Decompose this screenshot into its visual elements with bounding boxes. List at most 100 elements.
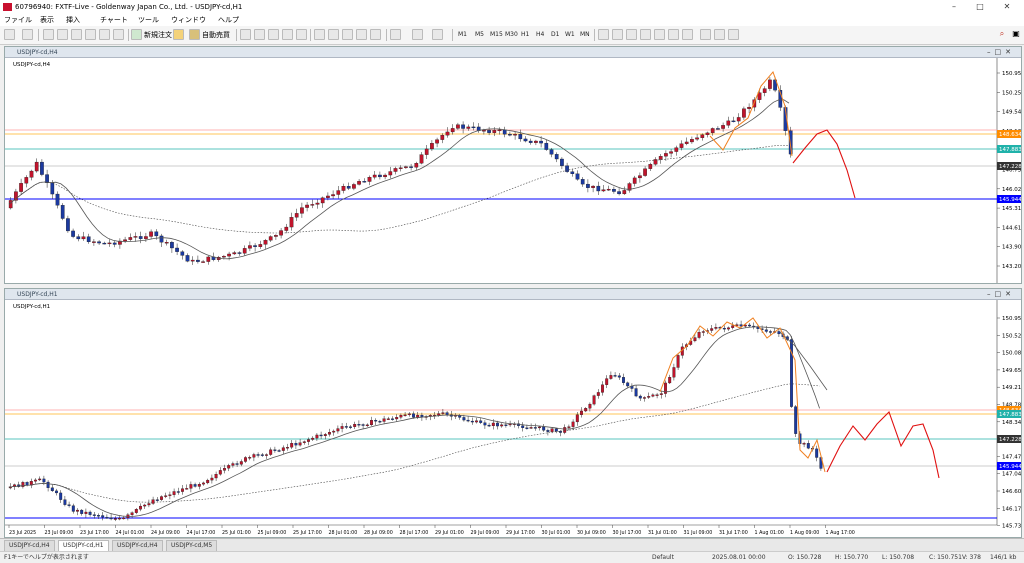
menu-chart[interactable]: チャート xyxy=(100,15,128,25)
candle-body xyxy=(617,191,621,195)
candle-body xyxy=(669,151,673,154)
menu-tools[interactable]: ツール xyxy=(138,15,159,25)
navigator-icon[interactable] xyxy=(71,29,82,40)
candle-body xyxy=(84,511,88,514)
chart-shift-icon[interactable] xyxy=(356,29,367,40)
candle-body xyxy=(693,337,697,342)
candle-body xyxy=(710,128,715,134)
periods-icon[interactable] xyxy=(412,29,423,40)
new-chart-icon[interactable] xyxy=(4,29,15,40)
timeframe-mn[interactable]: MN xyxy=(580,30,590,40)
candle-body xyxy=(29,170,34,178)
new-order-icon[interactable] xyxy=(131,29,142,40)
trendline-icon[interactable] xyxy=(654,29,665,40)
candle-body xyxy=(695,137,699,140)
close-icon[interactable]: ✕ xyxy=(997,1,1017,13)
crosshair-icon[interactable] xyxy=(612,29,623,40)
search-icon[interactable]: ⌕ xyxy=(996,28,1008,40)
zoom-in-icon[interactable] xyxy=(282,29,293,40)
price-axis-label: 147.040 xyxy=(1002,472,1021,478)
candle-body xyxy=(462,417,466,421)
candle-body xyxy=(416,414,420,418)
history-icon[interactable] xyxy=(113,29,124,40)
timeframe-m15[interactable]: M15 xyxy=(490,30,503,40)
new-order-button[interactable]: 新規注文 xyxy=(144,30,172,40)
data-window-icon[interactable] xyxy=(57,29,68,40)
tester-icon[interactable] xyxy=(99,29,110,40)
price-axis-label: 143.900 xyxy=(1002,245,1021,251)
chart-window-h4[interactable]: USDJPY-cd,H4 –□✕ USDJPY-cd,H4 150.950 150.… xyxy=(4,46,1022,284)
market-watch-icon[interactable] xyxy=(43,29,54,40)
candle-body xyxy=(788,130,793,155)
maximize-icon[interactable]: □ xyxy=(970,1,990,13)
candle-body xyxy=(160,496,163,500)
candle-body xyxy=(565,165,569,172)
arrows-icon[interactable] xyxy=(728,29,739,40)
candle-body xyxy=(172,491,176,495)
terminal-icon[interactable] xyxy=(85,29,96,40)
candlestick-icon[interactable] xyxy=(254,29,265,40)
zoom-out-icon[interactable] xyxy=(296,29,307,40)
candle-body xyxy=(24,177,29,184)
magnifier-minus-icon[interactable] xyxy=(328,29,339,40)
chart-h4-canvas[interactable]: USDJPY-cd,H4150.950150.250149.540148.130… xyxy=(5,58,1021,283)
candle-body xyxy=(46,481,50,488)
chart-window-buttons[interactable]: –□✕ xyxy=(987,48,1015,56)
time-axis-label: 29 Jul 01:00 xyxy=(435,530,464,536)
candle-body xyxy=(409,166,413,168)
candle-body xyxy=(528,140,533,143)
candle-body xyxy=(210,477,214,481)
text-label-icon[interactable] xyxy=(714,29,725,40)
timeframe-w1[interactable]: W1 xyxy=(565,30,575,40)
menu-view[interactable]: 表示 xyxy=(40,15,54,25)
minimize-icon[interactable]: – xyxy=(944,1,964,13)
autoscroll-icon[interactable] xyxy=(370,29,381,40)
timeframe-m30[interactable]: M30 xyxy=(505,30,518,40)
text-icon[interactable] xyxy=(700,29,711,40)
candle-body xyxy=(471,126,476,129)
menu-insert[interactable]: 挿入 xyxy=(66,15,80,25)
candle-body xyxy=(622,190,627,195)
time-axis-label: 23 Jul 2025 xyxy=(9,530,36,536)
chart-h1-canvas[interactable]: USDJPY-cd,H1 150.950 150.520 150.080 149.650… xyxy=(5,300,1021,537)
chart-window-buttons[interactable]: –□✕ xyxy=(987,290,1015,298)
chat-icon[interactable]: ▣ xyxy=(1010,28,1022,40)
candle-body xyxy=(190,259,195,262)
timeframe-m5[interactable]: M5 xyxy=(475,30,484,40)
bar-chart-icon[interactable] xyxy=(240,29,251,40)
timeframe-h4[interactable]: H4 xyxy=(536,30,544,40)
candle-body xyxy=(332,430,336,433)
candle-body xyxy=(441,412,445,414)
tile-windows-icon[interactable] xyxy=(342,29,353,40)
chart-window-h1[interactable]: USDJPY-cd,H1 –□✕ USDJPY-cd,H1 150.950 150.… xyxy=(4,288,1022,538)
candle-body xyxy=(391,418,394,420)
menu-help[interactable]: ヘルプ xyxy=(218,15,239,25)
equidistant-channel-icon[interactable] xyxy=(668,29,679,40)
candle-body xyxy=(504,424,508,426)
templates-icon[interactable] xyxy=(432,29,443,40)
candle-body xyxy=(149,231,153,237)
line-chart-icon[interactable] xyxy=(268,29,279,40)
cursor-icon[interactable] xyxy=(598,29,609,40)
candle-body xyxy=(701,331,705,333)
menu-window[interactable]: ウィンドウ xyxy=(171,15,206,25)
time-axis-label: 25 Jul 01:00 xyxy=(222,530,251,536)
menu-file[interactable]: ファイル xyxy=(4,15,32,25)
candle-body xyxy=(500,424,504,427)
horizontal-line-icon[interactable] xyxy=(640,29,651,40)
auto-trade-button[interactable]: 自動売買 xyxy=(202,30,230,40)
profiles-icon[interactable] xyxy=(22,29,33,40)
candle-body xyxy=(525,427,529,429)
timeframe-d1[interactable]: D1 xyxy=(551,30,559,40)
indicators-icon[interactable] xyxy=(390,29,401,40)
fibonacci-icon[interactable] xyxy=(682,29,693,40)
meta-editor-icon[interactable] xyxy=(173,29,184,40)
candle-body xyxy=(310,204,315,206)
magnifier-plus-icon[interactable] xyxy=(314,29,325,40)
timeframe-h1[interactable]: H1 xyxy=(521,30,529,40)
timeframe-m1[interactable]: M1 xyxy=(458,30,467,40)
toolbar: 新規注文 自動売買 M1 M5 M15 M30 H1 H4 D1 W1 MN ⌕… xyxy=(0,26,1024,45)
auto-trade-icon[interactable] xyxy=(189,29,200,40)
vertical-line-icon[interactable] xyxy=(626,29,637,40)
candle-body xyxy=(227,465,231,469)
